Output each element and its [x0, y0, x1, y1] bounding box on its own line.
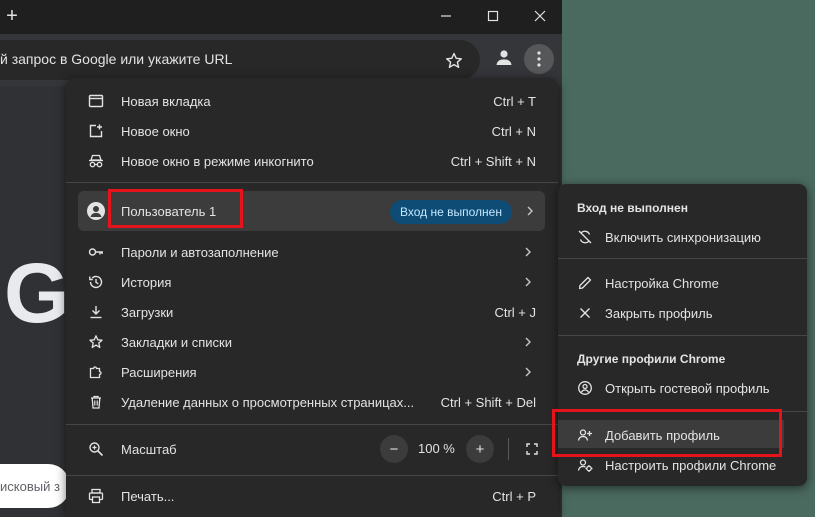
submenu-item-label: Закрыть профиль	[605, 306, 713, 321]
address-bar-placeholder: й запрос в Google или укажите URL	[0, 51, 233, 67]
menu-item-label: История	[121, 275, 172, 290]
menu-item-label: Печать...	[121, 489, 175, 504]
menu-item-label: Масштаб	[121, 442, 177, 457]
menu-item-label: Новое окно в режиме инкогнито	[121, 154, 314, 169]
chrome-menu-button[interactable]	[524, 44, 554, 74]
submenu-divider	[558, 335, 807, 336]
menu-item-downloads[interactable]: Загрузки Ctrl + J	[66, 297, 558, 327]
maximize-icon	[487, 10, 499, 22]
annotation-box-profile	[108, 189, 243, 228]
submenu-item-enable-sync[interactable]: Включить синхронизацию	[558, 222, 807, 252]
google-logo-fragment: G	[4, 246, 70, 340]
menu-item-history[interactable]: История	[66, 267, 558, 297]
other-profiles-header: Другие профили Chrome	[577, 352, 726, 366]
menu-item-new-tab[interactable]: Новая вкладка Ctrl + T	[66, 86, 558, 116]
new-tab-button[interactable]: +	[2, 5, 22, 27]
chevron-right-icon	[525, 247, 531, 257]
chevron-right-icon	[525, 337, 531, 347]
new-window-icon	[89, 124, 103, 138]
zoom-icon	[89, 442, 104, 457]
close-window-button[interactable]	[525, 4, 555, 28]
fullscreen-button[interactable]	[518, 435, 546, 463]
menu-item-new-window[interactable]: Новое окно Ctrl + N	[66, 116, 558, 146]
signed-out-badge: Вход не выполнен	[390, 200, 512, 224]
menu-item-label: Удаление данных о просмотренных страница…	[121, 395, 415, 410]
puzzle-icon	[89, 366, 102, 379]
menu-item-bookmarks[interactable]: Закладки и списки	[66, 327, 558, 357]
menu-item-label: Новая вкладка	[121, 94, 211, 109]
annotation-box-add-profile	[552, 409, 782, 457]
zoom-in-button[interactable]: +	[466, 435, 494, 463]
submenu-item-label: Открыть гостевой профиль	[605, 381, 770, 396]
menu-item-clear-data[interactable]: Удаление данных о просмотренных страница…	[66, 387, 558, 417]
menu-divider	[66, 182, 558, 183]
submenu-item-label: Включить синхронизацию	[605, 230, 761, 245]
minimize-icon	[441, 15, 451, 17]
menu-item-label: Загрузки	[121, 305, 174, 320]
profile-avatar-icon[interactable]	[492, 46, 516, 70]
key-icon	[88, 248, 103, 256]
sync-off-icon	[578, 230, 592, 244]
menu-divider	[66, 424, 558, 425]
menu-divider	[66, 475, 558, 476]
incognito-icon	[89, 154, 103, 168]
title-bar: +	[0, 0, 562, 34]
menu-item-label: Новое окно	[121, 124, 190, 139]
minimize-button[interactable]	[431, 4, 461, 28]
zoom-level: 100 %	[418, 441, 455, 456]
menu-item-zoom: Масштаб − 100 % +	[66, 429, 558, 469]
history-icon	[89, 275, 103, 289]
menu-item-shortcut: Ctrl + P	[492, 489, 536, 504]
google-search-box[interactable]: исковый з	[0, 464, 70, 508]
menu-item-shortcut: Ctrl + Shift + Del	[440, 395, 536, 410]
menu-item-extensions[interactable]: Расширения	[66, 357, 558, 387]
chevron-right-icon	[527, 206, 533, 216]
submenu-item-label: Настроить профили Chrome	[605, 458, 777, 473]
submenu-item-guest-profile[interactable]: Открыть гостевой профиль	[558, 373, 807, 403]
menu-item-label: Расширения	[121, 365, 197, 380]
download-icon	[90, 306, 102, 319]
zoom-out-button[interactable]: −	[380, 435, 408, 463]
menu-item-label: Пароли и автозаполнение	[121, 245, 279, 260]
zoom-divider	[508, 438, 509, 460]
menu-item-shortcut: Ctrl + J	[494, 305, 536, 320]
minus-icon: −	[389, 440, 399, 458]
address-bar[interactable]: й запрос в Google или укажите URL	[0, 40, 480, 80]
star-icon	[89, 335, 103, 349]
chrome-main-menu: Новая вкладка Ctrl + T Новое окно Ctrl +…	[66, 78, 558, 517]
fullscreen-icon	[526, 443, 538, 455]
menu-item-shortcut: Ctrl + Shift + N	[450, 154, 536, 169]
chevron-right-icon	[525, 367, 531, 377]
submenu-item-customize-chrome[interactable]: Настройка Chrome	[558, 268, 807, 298]
bookmark-star-icon[interactable]	[444, 51, 464, 71]
submenu-divider	[558, 258, 807, 259]
menu-item-incognito[interactable]: Новое окно в режиме инкогнито Ctrl + Shi…	[66, 146, 558, 176]
three-dots-icon	[537, 51, 541, 67]
submenu-item-close-profile[interactable]: Закрыть профиль	[558, 298, 807, 328]
manage-profiles-icon	[577, 459, 593, 472]
menu-item-print[interactable]: Печать... Ctrl + P	[66, 481, 558, 511]
menu-item-shortcut: Ctrl + N	[491, 124, 536, 139]
new-tab-icon	[88, 94, 104, 108]
print-icon	[88, 488, 104, 504]
chevron-right-icon	[525, 277, 531, 287]
submenu-item-label: Настройка Chrome	[605, 276, 719, 291]
pencil-icon	[578, 276, 592, 290]
close-icon	[580, 308, 590, 318]
close-icon	[534, 10, 546, 22]
signed-out-header: Вход не выполнен	[577, 201, 688, 215]
person-icon	[87, 202, 105, 220]
menu-item-label: Закладки и списки	[121, 335, 233, 350]
plus-icon: +	[475, 440, 485, 458]
trash-icon	[91, 395, 101, 409]
menu-item-shortcut: Ctrl + T	[493, 94, 536, 109]
maximize-button[interactable]	[478, 4, 508, 28]
guest-profile-icon	[578, 381, 592, 395]
menu-item-passwords[interactable]: Пароли и автозаполнение	[66, 237, 558, 267]
search-box-placeholder: исковый з	[0, 479, 60, 494]
